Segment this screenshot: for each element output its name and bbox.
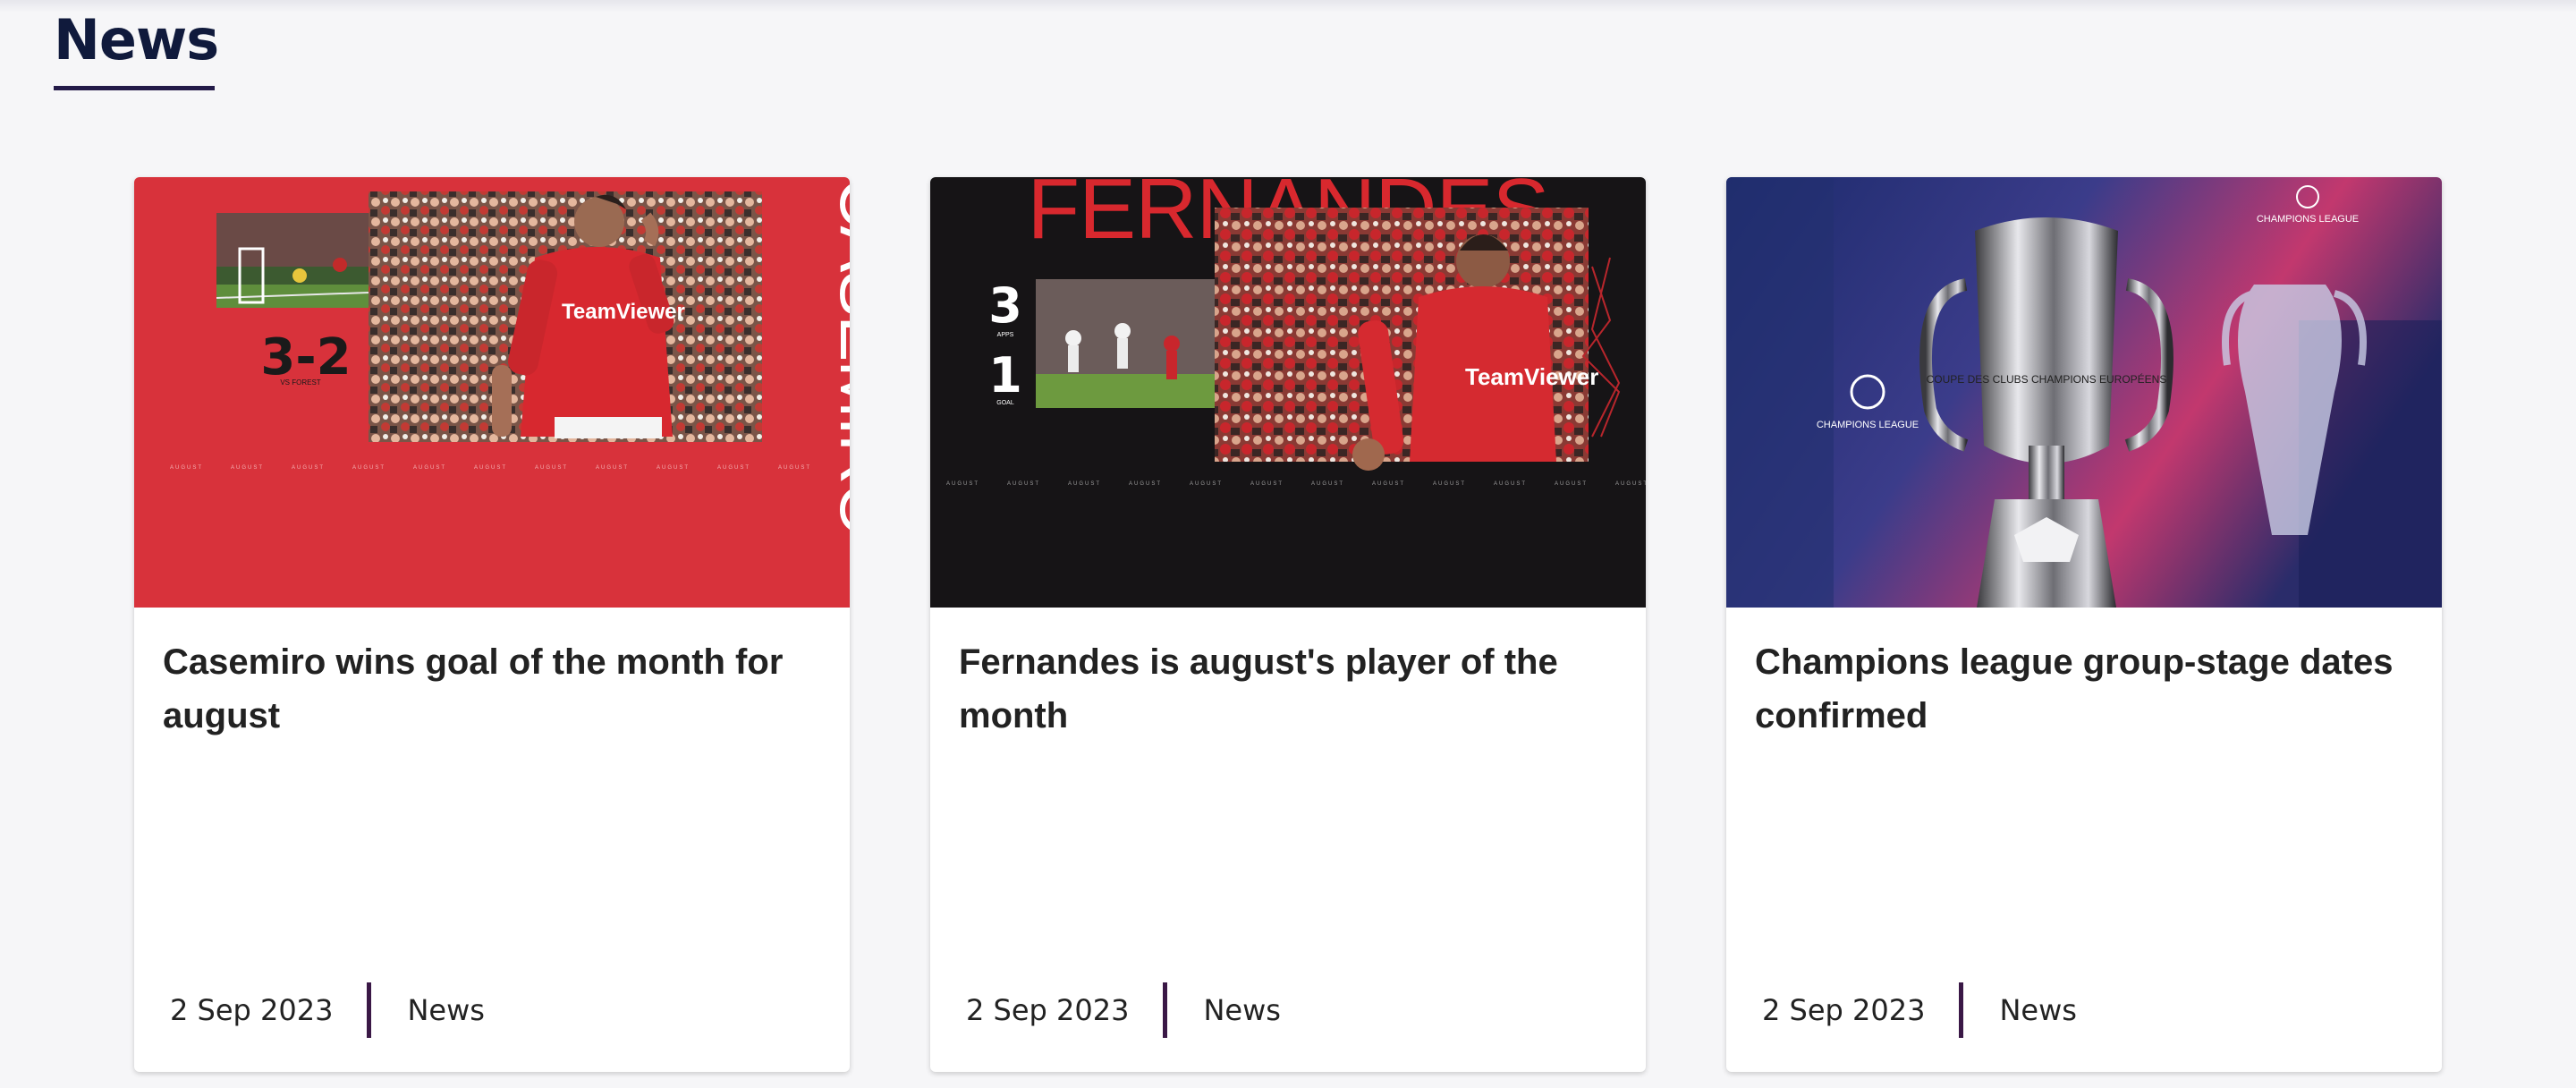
meta-divider xyxy=(1959,982,1964,1038)
svg-text:AUGUST: AUGUST xyxy=(1007,481,1040,487)
meta-divider xyxy=(367,982,372,1038)
card-category: News xyxy=(407,993,485,1027)
section-title-underline xyxy=(54,86,215,90)
svg-text:AUGUST: AUGUST xyxy=(657,465,690,471)
match-inset-photo xyxy=(1036,279,1215,408)
card-image[interactable]: TeamViewer CASEMIRO 3-2 VS FOREST AUGUST… xyxy=(134,177,850,608)
card-image[interactable]: CHAMPIONS LEAGUE CHAMPIONS LEAGUE COUPE … xyxy=(1726,177,2442,608)
svg-text:APPS: APPS xyxy=(997,332,1014,338)
svg-text:AUGUST: AUGUST xyxy=(778,465,811,471)
news-card-casemiro[interactable]: TeamViewer CASEMIRO 3-2 VS FOREST AUGUST… xyxy=(134,177,850,1072)
svg-text:AUGUST: AUGUST xyxy=(1372,481,1405,487)
card-category: News xyxy=(1999,993,2077,1027)
player-name-vertical: CASEMIRO xyxy=(826,177,850,535)
svg-text:CHAMPIONS LEAGUE: CHAMPIONS LEAGUE xyxy=(1817,420,1919,430)
svg-text:AUGUST: AUGUST xyxy=(170,465,203,471)
top-bar-shadow xyxy=(0,0,2576,13)
svg-text:AUGUST: AUGUST xyxy=(1433,481,1466,487)
svg-text:1: 1 xyxy=(988,347,1022,404)
svg-text:CHAMPIONS LEAGUE: CHAMPIONS LEAGUE xyxy=(2257,214,2359,225)
card-image[interactable]: FERNANDES 3 APPS 1 GOAL xyxy=(930,177,1646,608)
svg-text:AUGUST: AUGUST xyxy=(231,465,264,471)
card-meta: 2 Sep 2023 News xyxy=(1762,982,2077,1038)
svg-text:AUGUST: AUGUST xyxy=(474,465,507,471)
svg-text:TeamViewer: TeamViewer xyxy=(562,300,685,324)
news-section-header: News xyxy=(54,5,219,90)
svg-text:AUGUST: AUGUST xyxy=(596,465,629,471)
svg-text:AUGUST: AUGUST xyxy=(292,465,325,471)
svg-text:TeamViewer: TeamViewer xyxy=(1465,363,1598,390)
svg-text:AUGUST: AUGUST xyxy=(946,481,979,487)
card-date: 2 Sep 2023 xyxy=(966,993,1130,1027)
news-card-champions-league[interactable]: CHAMPIONS LEAGUE CHAMPIONS LEAGUE COUPE … xyxy=(1726,177,2442,1072)
card-meta: 2 Sep 2023 News xyxy=(966,982,1281,1038)
svg-text:AUGUST: AUGUST xyxy=(1311,481,1344,487)
svg-text:AUGUST: AUGUST xyxy=(413,465,446,471)
card-title[interactable]: Champions league group-stage dates confi… xyxy=(1755,635,2417,743)
news-card-fernandes[interactable]: FERNANDES 3 APPS 1 GOAL xyxy=(930,177,1646,1072)
match-score-caption: VS FOREST xyxy=(280,378,320,387)
goal-inset-photo xyxy=(216,213,394,308)
svg-text:GOAL: GOAL xyxy=(996,400,1014,406)
svg-text:AUGUST: AUGUST xyxy=(1615,481,1646,487)
card-meta: 2 Sep 2023 News xyxy=(170,982,485,1038)
svg-text:AUGUST: AUGUST xyxy=(1129,481,1162,487)
card-title[interactable]: Casemiro wins goal of the month for augu… xyxy=(163,635,825,743)
card-date: 2 Sep 2023 xyxy=(1762,993,1926,1027)
svg-text:AUGUST: AUGUST xyxy=(535,465,568,471)
card-category: News xyxy=(1203,993,1281,1027)
card-date: 2 Sep 2023 xyxy=(170,993,334,1027)
svg-text:AUGUST: AUGUST xyxy=(1250,481,1284,487)
card-title[interactable]: Fernandes is august's player of the mont… xyxy=(959,635,1621,743)
svg-text:AUGUST: AUGUST xyxy=(352,465,386,471)
svg-text:AUGUST: AUGUST xyxy=(1068,481,1101,487)
svg-text:COUPE DES CLUBS CHAMPIONS EURO: COUPE DES CLUBS CHAMPIONS EUROPÉENS xyxy=(1927,372,2167,386)
svg-text:AUGUST: AUGUST xyxy=(1555,481,1588,487)
svg-text:AUGUST: AUGUST xyxy=(1190,481,1223,487)
svg-text:AUGUST: AUGUST xyxy=(717,465,750,471)
svg-text:AUGUST: AUGUST xyxy=(1494,481,1527,487)
svg-text:3: 3 xyxy=(988,277,1022,334)
meta-divider xyxy=(1163,982,1168,1038)
section-title: News xyxy=(54,7,219,72)
